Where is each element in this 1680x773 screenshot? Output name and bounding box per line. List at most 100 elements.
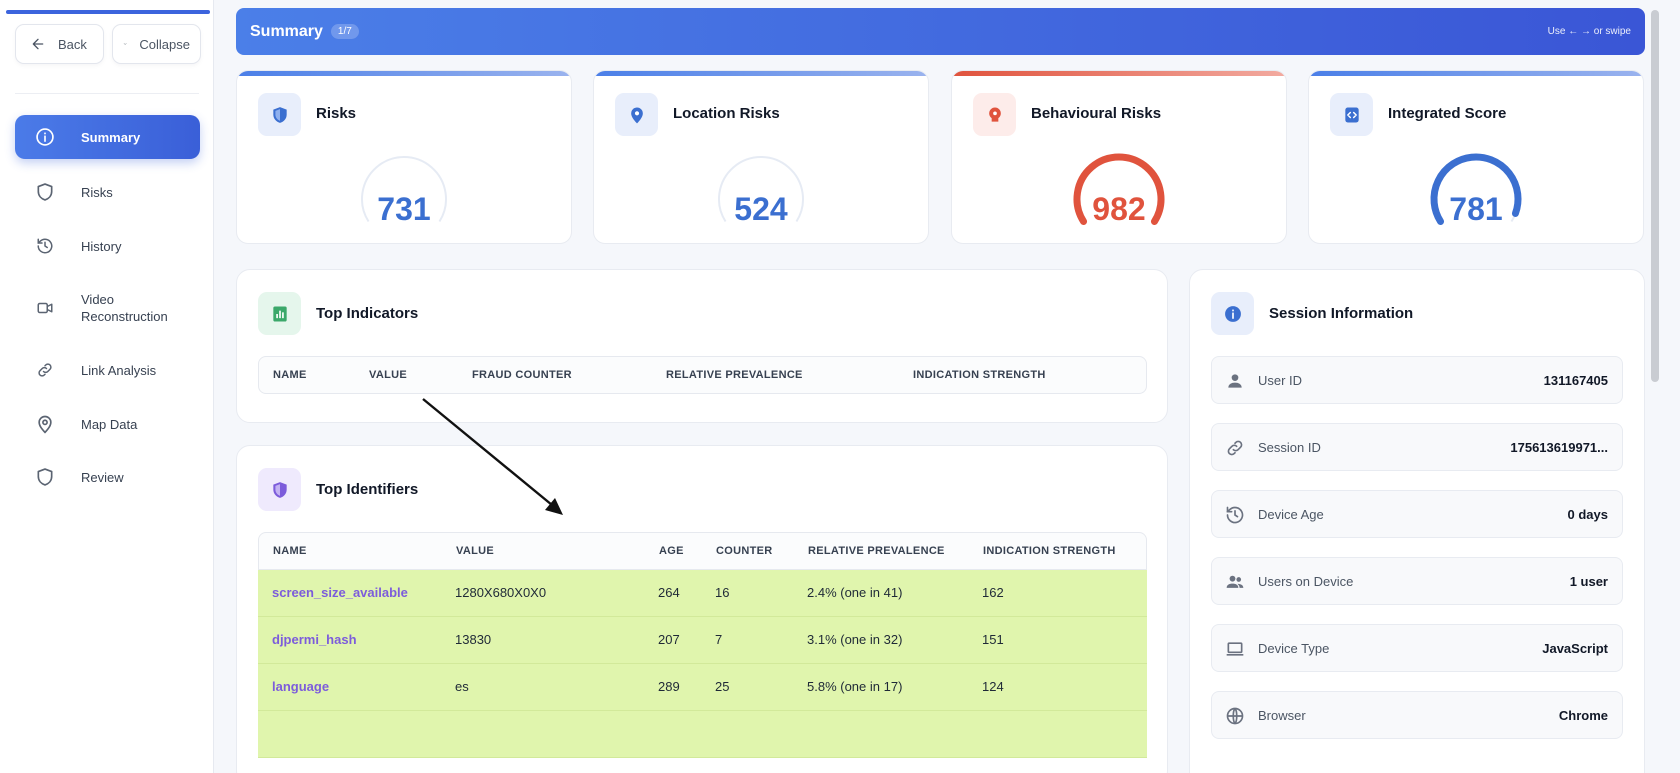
users-icon	[1226, 575, 1244, 588]
table-row[interactable]: djpermi_hash 13830 207 7 3.1% (one in 32…	[258, 617, 1147, 664]
session-row-value: 131167405	[1543, 373, 1608, 388]
sidebar-item-video-reconstruction[interactable]: Video Reconstruction	[15, 278, 200, 338]
column-header[interactable]: NAME	[273, 369, 307, 381]
panel-title: Top Identifiers	[316, 481, 419, 498]
card-title: Location Risks	[673, 105, 780, 122]
session-row-label: Device Type	[1258, 641, 1330, 656]
session-row-label: Users on Device	[1258, 574, 1354, 589]
score-value: 731	[377, 191, 431, 227]
sidebar-item-label: Review	[81, 469, 124, 485]
arrow-left-icon	[32, 38, 44, 50]
session-row-device-age: Device Age 0 days	[1211, 490, 1623, 538]
sidebar-item-risks[interactable]: Risks	[15, 170, 200, 214]
shield-half-icon	[258, 468, 301, 511]
link-icon	[35, 360, 55, 380]
card-title: Behavioural Risks	[1031, 105, 1162, 122]
table-cell: 16	[715, 585, 730, 600]
column-header[interactable]: NAME	[273, 545, 307, 557]
column-header[interactable]: VALUE	[369, 369, 407, 381]
sidebar: Back Collapse Summary Risks History Vide…	[0, 0, 214, 773]
column-header[interactable]: FRAUD COUNTER	[472, 369, 572, 381]
sidebar-item-label: Risks	[81, 184, 113, 200]
integrated-score-card: Integrated Score 781	[1308, 70, 1644, 244]
code-icon	[1330, 93, 1373, 136]
shield-icon	[258, 93, 301, 136]
score-value: 982	[1092, 191, 1146, 227]
sidebar-item-label: Link Analysis	[81, 362, 157, 378]
session-row-value: 0 days	[1567, 507, 1608, 522]
sidebar-item-label: Summary	[81, 129, 141, 145]
brain-icon	[973, 93, 1016, 136]
bar-chart-icon	[258, 292, 301, 335]
laptop-icon	[1226, 642, 1244, 656]
page-title: Summary	[250, 22, 323, 40]
sidebar-item-history[interactable]: History	[15, 224, 200, 268]
location-risks-score-card: Location Risks 524	[593, 70, 929, 244]
card-title: Risks	[316, 105, 357, 122]
sidebar-item-label: Video Reconstruction	[81, 292, 168, 324]
table-row[interactable]: language es 289 25 5.8% (one in 17) 124	[258, 664, 1147, 711]
session-row-label: Device Age	[1258, 507, 1324, 522]
card-title: Integrated Score	[1388, 105, 1507, 122]
session-row-users-on-device: Users on Device 1 user	[1211, 557, 1623, 605]
column-header[interactable]: AGE	[659, 545, 684, 557]
session-row-value: 175613619971...	[1510, 440, 1608, 455]
chevron-down-icon	[123, 43, 127, 45]
shield-icon	[35, 467, 55, 487]
session-row-device-type: Device Type JavaScript	[1211, 624, 1623, 672]
sidebar-nav: Summary Risks History Video Reconstructi…	[15, 115, 200, 499]
table-cell: 25	[715, 679, 730, 694]
top-indicators-table-header: NAME VALUE FRAUD COUNTER RELATIVE PREVAL…	[258, 356, 1147, 394]
column-header[interactable]: INDICATION STRENGTH	[913, 369, 1046, 381]
link-icon	[1227, 440, 1243, 456]
identifier-name-link[interactable]: screen_size_available	[272, 585, 408, 600]
score-value: 781	[1449, 191, 1503, 227]
identifier-name-link[interactable]: djpermi_hash	[272, 632, 357, 647]
column-header[interactable]: COUNTER	[716, 545, 773, 557]
info-icon	[35, 127, 55, 147]
top-identifiers-panel: Top Identifiers NAME VALUE AGE COUNTER R…	[236, 445, 1168, 773]
column-header[interactable]: INDICATION STRENGTH	[983, 545, 1116, 557]
back-button[interactable]: Back	[15, 24, 104, 64]
sidebar-item-label: History	[81, 238, 122, 254]
panel-title: Session Information	[1269, 305, 1414, 322]
identifier-name-link[interactable]: language	[272, 679, 329, 694]
sidebar-item-link-analysis[interactable]: Link Analysis	[15, 348, 200, 392]
session-row-session-id: Session ID 175613619971...	[1211, 423, 1623, 471]
sidebar-item-summary[interactable]: Summary	[15, 115, 200, 159]
collapse-button[interactable]: Collapse	[112, 24, 201, 64]
session-row-value: JavaScript	[1542, 641, 1608, 656]
panel-title: Top Indicators	[316, 305, 419, 322]
risks-score-card: Risks 731	[236, 70, 572, 244]
table-row[interactable]: screen_size_available 1280X680X0X0 264 1…	[258, 570, 1147, 617]
sidebar-accent-line	[6, 10, 210, 14]
map-pin-icon	[35, 414, 55, 434]
video-icon	[35, 298, 55, 318]
table-cell: es	[455, 679, 469, 694]
table-row[interactable]	[258, 711, 1147, 758]
table-cell: 3.1% (one in 32)	[807, 632, 903, 647]
top-identifiers-table-header: NAME VALUE AGE COUNTER RELATIVE PREVALEN…	[258, 532, 1147, 570]
sidebar-item-map-data[interactable]: Map Data	[15, 402, 200, 446]
session-row-user-id: User ID 131167405	[1211, 356, 1623, 404]
card-accent-bar	[594, 71, 928, 76]
column-header[interactable]: VALUE	[456, 545, 494, 557]
table-cell: 5.8% (one in 17)	[807, 679, 903, 694]
table-cell: 207	[658, 632, 680, 647]
map-pin-icon	[615, 93, 658, 136]
column-header[interactable]: RELATIVE PREVALENCE	[808, 545, 945, 557]
user-icon	[1228, 374, 1242, 388]
table-cell: 264	[658, 585, 680, 600]
table-cell: 162	[982, 585, 1004, 600]
top-indicators-panel: Top Indicators NAME VALUE FRAUD COUNTER …	[236, 269, 1168, 423]
summary-header: Summary 1/7 Use ← → or swipe	[236, 8, 1645, 55]
info-icon	[1211, 292, 1254, 335]
card-accent-bar	[237, 71, 571, 76]
table-cell: 1280X680X0X0	[455, 585, 547, 600]
sidebar-item-review[interactable]: Review	[15, 455, 200, 499]
shield-icon	[35, 182, 55, 202]
card-accent-bar	[1309, 71, 1643, 76]
column-header[interactable]: RELATIVE PREVALENCE	[666, 369, 803, 381]
page-scrollbar-thumb[interactable]	[1651, 10, 1659, 382]
table-cell: 2.4% (one in 41)	[807, 585, 903, 600]
